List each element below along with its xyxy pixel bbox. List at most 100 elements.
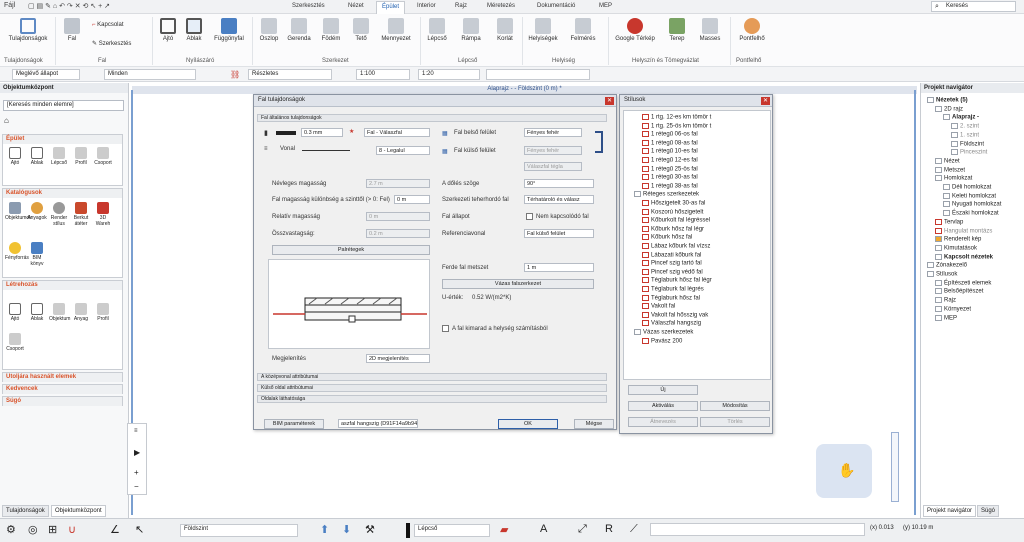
navigator-item[interactable]: Déli homlokzat xyxy=(943,184,991,191)
navigator-item[interactable]: Belsőépítészet xyxy=(935,288,983,295)
outer-material-input[interactable]: Fényes fehér xyxy=(524,146,582,155)
section-midline[interactable]: A középvonal attribútumai xyxy=(257,373,607,381)
slab-button[interactable]: Födém xyxy=(318,18,344,42)
create-material[interactable]: Anyag xyxy=(71,303,91,322)
inner-material-input[interactable]: Fényes fehér xyxy=(524,128,582,137)
wall-edit-button[interactable]: ✎ Szerkesztés xyxy=(92,40,131,47)
navigator-item[interactable]: Tervlap xyxy=(935,218,963,225)
ruler-icon[interactable]: R xyxy=(605,523,613,535)
navigator-item[interactable]: Rajz xyxy=(935,297,956,304)
new-style-button[interactable]: Új xyxy=(628,385,698,395)
style-item[interactable]: Vakolt fal xyxy=(642,303,675,310)
navigator-item[interactable]: 2. szint xyxy=(951,123,979,130)
lineweight-select[interactable]: 1:20 xyxy=(418,69,480,80)
beam-button[interactable]: Gerenda xyxy=(284,18,314,42)
scale-select[interactable]: 1:100 xyxy=(356,69,410,80)
eraser-icon[interactable]: ▰ xyxy=(500,523,508,536)
navigator-item[interactable]: Építészeti elemek xyxy=(935,279,991,286)
tab-meretezes[interactable]: Méretezés xyxy=(482,1,520,14)
section-outer[interactable]: Külső oldal attribútumai xyxy=(257,384,607,392)
tab-epulet[interactable]: Épület xyxy=(376,1,406,14)
total-height-input[interactable]: 0.2 m xyxy=(366,229,430,238)
search-input[interactable]: ⌕ Keresés xyxy=(931,1,1016,12)
filter-select[interactable]: Minden xyxy=(104,69,196,80)
thickness-select[interactable]: 0.3 mm xyxy=(301,128,343,137)
tool-render-style[interactable]: Render stílus xyxy=(49,202,69,227)
snap-icon[interactable]: ◎ xyxy=(28,523,38,536)
tool-3d-warehouse[interactable]: 3D Wareh xyxy=(93,202,113,227)
rooms-button[interactable]: Helyiségek xyxy=(526,18,560,42)
tab-interior[interactable]: Interior xyxy=(412,1,441,14)
style-item[interactable]: 1 rétegű 08-as fal xyxy=(642,139,698,146)
google-map-button[interactable]: Google Térkép xyxy=(612,18,658,42)
tool-window[interactable]: Ablak xyxy=(27,147,47,166)
visibility-select[interactable]: 2D megjelenítés xyxy=(366,354,430,363)
text-icon[interactable]: A xyxy=(540,523,547,535)
category-help[interactable]: Súgó xyxy=(2,396,123,406)
close-icon[interactable]: ✕ xyxy=(761,97,770,105)
grid-icon[interactable]: ⊞ xyxy=(48,523,57,536)
railing-button[interactable]: Korlát xyxy=(492,18,518,42)
wall-type-select[interactable]: Fal - Válaszfal xyxy=(364,128,430,137)
structural-select[interactable]: Térhatároló és válasz xyxy=(524,195,594,204)
style-item[interactable]: 1 rtg. 12-es km tömör t xyxy=(642,114,711,121)
navigator-item[interactable]: Renderelt kép xyxy=(935,236,981,243)
link-surfaces-icon[interactable] xyxy=(595,131,603,153)
tool-stair[interactable]: Lépcső xyxy=(49,147,69,166)
style-item[interactable]: Vakolt fal hősszig vak xyxy=(642,311,708,318)
layer-select[interactable]: 8 - Legalul xyxy=(376,146,430,155)
style-item[interactable]: Pincef szig védő fal xyxy=(642,268,703,275)
navigator-item[interactable]: Keleti homlokzat xyxy=(943,192,996,199)
style-item[interactable]: Pincef szig tartó fal xyxy=(642,260,702,267)
navigator-item[interactable]: Homlokzat xyxy=(935,175,972,182)
zoom-out-icon[interactable]: − xyxy=(134,482,139,491)
navigator-item[interactable]: Metszet xyxy=(935,166,965,173)
navigator-item[interactable]: Zónakezelő xyxy=(927,262,967,269)
tilt-input[interactable]: 90° xyxy=(524,179,594,188)
tool-objects[interactable]: Objektumok xyxy=(5,202,32,221)
column-button[interactable]: Oszlop xyxy=(256,18,282,42)
style-item[interactable]: 1 rétegű 38-as fal xyxy=(642,182,698,189)
compose-button[interactable]: Vázas falszerkezet xyxy=(442,279,594,289)
ceiling-button[interactable]: Mennyezet xyxy=(376,18,416,42)
object-search-input[interactable]: [Keresés minden elemre] xyxy=(3,100,124,111)
tool-berkut[interactable]: Berkut átéter xyxy=(71,202,91,227)
tab-nezet[interactable]: Nézet xyxy=(343,1,369,14)
style-item[interactable]: Koszorú hőszigetelt xyxy=(642,208,703,215)
hammer-icon[interactable]: ⚒ xyxy=(365,523,375,536)
pointcloud-button[interactable]: Pontfelhő xyxy=(734,18,770,42)
navigator-item[interactable]: Alaprajz - xyxy=(943,114,979,121)
select-icon[interactable]: ↖ xyxy=(135,523,144,536)
navigator-item[interactable]: Pinceszint xyxy=(951,149,987,156)
roof-button[interactable]: Tető xyxy=(350,18,372,42)
tab-rajz[interactable]: Rajz xyxy=(450,1,472,14)
style-item[interactable]: Lábazati kőburk fal xyxy=(642,251,701,258)
category-favorites[interactable]: Kedvencek xyxy=(2,384,123,394)
navigator-item[interactable]: MEP xyxy=(935,314,957,321)
navigator-item[interactable]: Északi homlokzat xyxy=(943,210,999,217)
tab-mep[interactable]: MEP xyxy=(594,1,617,14)
state-select[interactable]: Meglévő állapot xyxy=(12,69,80,80)
floor-down-icon[interactable]: ⬇ xyxy=(342,523,351,536)
link-icon[interactable]: ⛓ xyxy=(230,70,240,79)
tab-dokumentacio[interactable]: Dokumentáció xyxy=(532,1,580,14)
category-letrehozas-title[interactable]: Létrehozás xyxy=(3,281,122,290)
navigator-item[interactable]: Környezet xyxy=(935,305,971,312)
tool-door[interactable]: Ajtó xyxy=(5,147,25,166)
floor-select[interactable]: Földszint xyxy=(180,524,298,537)
linetype-sample[interactable] xyxy=(302,150,350,151)
tool-materials[interactable]: Anyagok xyxy=(27,202,47,221)
style-item[interactable]: 1 rétegű 30-as fal xyxy=(642,174,698,181)
style-item[interactable]: Pavász 200 xyxy=(642,337,682,344)
style-item[interactable]: 1 rétegű 06-os fal xyxy=(642,131,698,138)
zoom-slider[interactable] xyxy=(891,432,899,502)
cancel-button[interactable]: Mégse xyxy=(574,419,614,429)
category-katalogusok-title[interactable]: Katalógusok xyxy=(3,189,122,198)
style-item[interactable]: 1 rétegű 10-es fal xyxy=(642,148,698,155)
tool-light[interactable]: Fényforrás xyxy=(5,242,29,261)
zoom-in-icon[interactable]: + xyxy=(134,468,139,477)
style-item[interactable]: 1 rétegű 12-es fal xyxy=(642,157,698,164)
door-button[interactable]: Ajtó xyxy=(158,18,178,42)
nonconn-checkbox[interactable] xyxy=(526,213,533,220)
tool-bim-library[interactable]: BIM könyv xyxy=(27,242,47,267)
